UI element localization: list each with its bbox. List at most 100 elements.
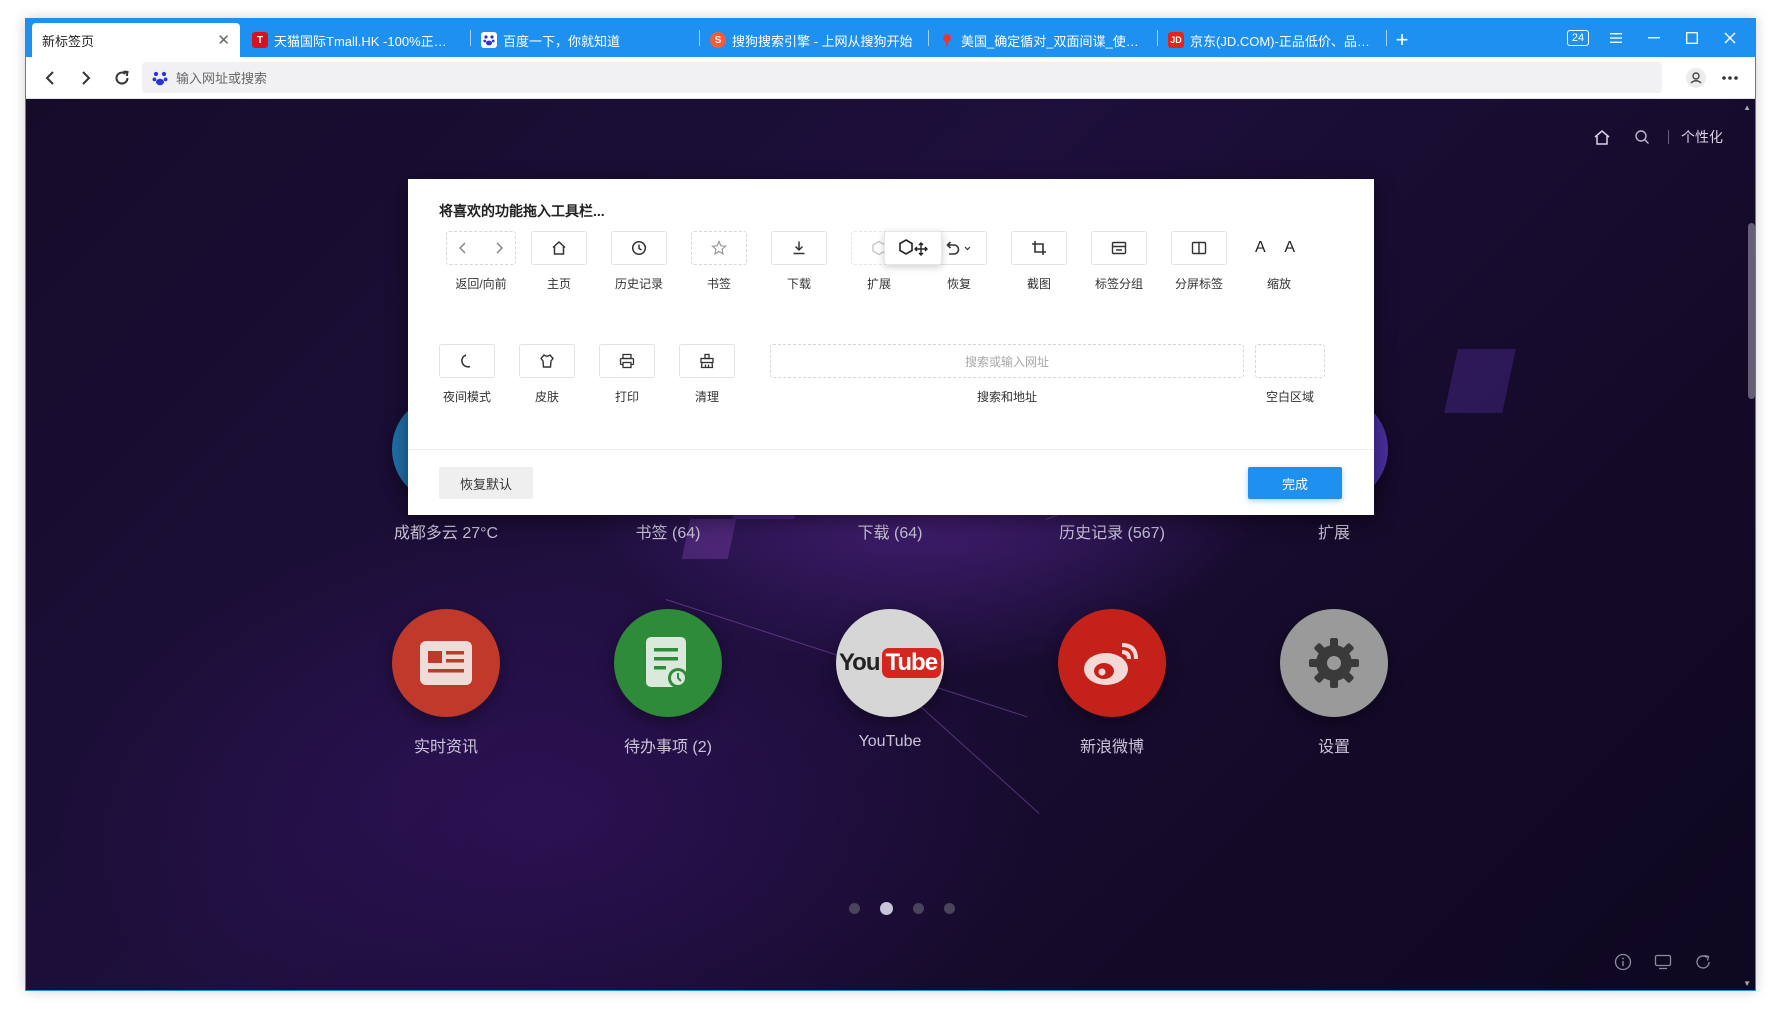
shirt-icon xyxy=(519,344,575,378)
scroll-up-arrow[interactable]: ▲ xyxy=(1743,103,1751,112)
download-icon xyxy=(771,231,827,265)
shortcut-label: 历史记录 (567) xyxy=(1059,525,1165,542)
close-icon[interactable]: ✕ xyxy=(217,31,230,49)
reload-button[interactable] xyxy=(104,60,140,96)
tab-group-icon xyxy=(1091,231,1147,265)
baidu-search-engine-icon[interactable] xyxy=(152,70,168,86)
feature-label: 空白区域 xyxy=(1265,390,1314,404)
home-icon xyxy=(531,231,587,265)
tab-strip: 新标签页 ✕ T 天猫国际Tmall.HK -100%正品保障 百度一下，你就知… xyxy=(26,19,1755,57)
toolbar-right xyxy=(1679,62,1747,94)
tab-title: 搜狗搜索引擎 - 上网从搜狗开始 xyxy=(732,33,913,49)
feature-download[interactable]: 下载 xyxy=(759,231,839,301)
tab-title: 新标签页 xyxy=(42,33,95,49)
back-forward-icon xyxy=(446,231,516,265)
user-avatar-icon[interactable] xyxy=(1679,62,1713,94)
more-menu-icon[interactable] xyxy=(1713,62,1747,94)
close-window-button[interactable] xyxy=(1711,19,1749,57)
feature-search-and-address[interactable]: 搜索或输入网址 搜索和地址 xyxy=(770,344,1244,414)
feature-label: 搜索和地址 xyxy=(976,390,1037,404)
tab-title: 京东(JD.COM)-正品低价、品质保 xyxy=(1190,33,1374,49)
panel-title: 将喜欢的功能拖入工具栏... xyxy=(439,203,605,219)
feature-bookmarks[interactable]: 书签 xyxy=(679,231,759,301)
feature-night-mode[interactable]: 夜间模式 xyxy=(427,344,507,414)
new-tab-page: 个性化 ▲ ▼ 成都多云 27°C 书签 (64) 下载 (64) 历史记录 (… xyxy=(26,99,1755,990)
address-bar[interactable]: 输入网址或搜索 xyxy=(142,62,1662,93)
tab-site[interactable]: 美国_确定循对_双面间谍_使用神经 xyxy=(929,23,1155,57)
tmall-icon: T xyxy=(252,32,268,48)
browser-window: 新标签页 ✕ T 天猫国际Tmall.HK -100%正品保障 百度一下，你就知… xyxy=(25,18,1756,991)
feature-clean[interactable]: 清理 xyxy=(667,344,747,414)
shortcut-label: 成都多云 27°C xyxy=(393,525,499,542)
page-dot-1[interactable] xyxy=(849,903,860,914)
page-dot-4[interactable] xyxy=(944,903,955,914)
jd-icon: JD xyxy=(1168,32,1184,48)
page-scrollbar[interactable] xyxy=(1748,223,1755,399)
feature-back-forward[interactable]: 返回/向前 xyxy=(441,231,521,301)
feature-label: 夜间模式 xyxy=(442,390,491,404)
feature-blank-space[interactable]: 空白区域 xyxy=(1250,344,1330,414)
shortcut-label: 新浪微博 xyxy=(1079,739,1144,756)
feature-zoom[interactable]: A A 缩放 xyxy=(1239,231,1319,301)
personalize-link[interactable]: 个性化 xyxy=(1681,127,1723,147)
feature-label: 主页 xyxy=(546,277,571,291)
gear-icon xyxy=(1280,609,1388,717)
tab-title: 百度一下，你就知道 xyxy=(503,33,621,49)
forward-button[interactable] xyxy=(68,60,104,96)
feature-label: 打印 xyxy=(614,390,639,404)
back-button[interactable] xyxy=(32,60,68,96)
shortcut-youtube[interactable]: You Tube YouTube xyxy=(800,609,980,769)
shortcut-label: 下载 (64) xyxy=(857,525,923,542)
menu-lines-icon[interactable] xyxy=(1597,19,1635,57)
wallpaper-icon[interactable] xyxy=(1643,950,1683,974)
info-icon[interactable] xyxy=(1603,950,1643,974)
shortcut-label: YouTube xyxy=(858,733,922,750)
shortcut-news[interactable]: 实时资讯 xyxy=(356,609,536,769)
feature-skin[interactable]: 皮肤 xyxy=(507,344,587,414)
page-dot-3[interactable] xyxy=(913,903,924,914)
restore-default-button[interactable]: 恢复默认 xyxy=(439,467,533,499)
tab-new-tab-page[interactable]: 新标签页 ✕ xyxy=(32,23,240,57)
printer-icon xyxy=(599,344,655,378)
feature-history[interactable]: 历史记录 xyxy=(599,231,679,301)
blank-space-box xyxy=(1255,344,1325,378)
page-indicator xyxy=(839,902,965,915)
bookmark-star-icon xyxy=(691,231,747,265)
maximize-button[interactable] xyxy=(1673,19,1711,57)
shortcut-settings[interactable]: 设置 xyxy=(1244,609,1424,769)
feature-split-screen[interactable]: 分屏标签 xyxy=(1159,231,1239,301)
scroll-down-arrow[interactable]: ▼ xyxy=(1743,979,1751,988)
baidu-icon xyxy=(481,32,497,48)
tab-tmall[interactable]: T 天猫国际Tmall.HK -100%正品保障 xyxy=(242,23,468,57)
shortcut-todo[interactable]: 待办事项 (2) xyxy=(578,609,758,769)
done-button[interactable]: 完成 xyxy=(1248,467,1342,499)
split-screen-icon xyxy=(1171,231,1227,265)
address-input-placeholder: 输入网址或搜索 xyxy=(176,71,268,86)
new-tab-button[interactable]: + xyxy=(1387,23,1417,57)
shortcut-label: 实时资讯 xyxy=(413,739,478,756)
refresh-wallpaper-icon[interactable] xyxy=(1683,950,1723,974)
tab-count-button[interactable]: 24 xyxy=(1559,19,1597,57)
feature-print[interactable]: 打印 xyxy=(587,344,667,414)
home-icon[interactable] xyxy=(1582,125,1622,149)
feature-label: 恢复 xyxy=(946,277,971,291)
feature-home[interactable]: 主页 xyxy=(519,231,599,301)
site-icon xyxy=(939,32,955,48)
tab-jd[interactable]: JD 京东(JD.COM)-正品低价、品质保 xyxy=(1158,23,1384,57)
window-controls: 24 xyxy=(1559,19,1749,57)
moon-icon xyxy=(439,344,495,378)
feature-screenshot[interactable]: 截图 xyxy=(999,231,1079,301)
youtube-icon: You Tube xyxy=(836,609,944,717)
feature-label: 皮肤 xyxy=(534,390,559,404)
bottom-right-tools xyxy=(1603,950,1723,974)
search-icon[interactable] xyxy=(1622,125,1662,149)
panel-divider xyxy=(408,449,1374,450)
feature-label: 分屏标签 xyxy=(1174,277,1223,291)
page-dot-2-current[interactable] xyxy=(880,902,893,915)
feature-tab-groups[interactable]: 标签分组 xyxy=(1079,231,1159,301)
tab-sogou[interactable]: S 搜狗搜索引擎 - 上网从搜狗开始 xyxy=(700,23,926,57)
shortcut-weibo[interactable]: 新浪微博 xyxy=(1022,609,1202,769)
tab-baidu[interactable]: 百度一下，你就知道 xyxy=(471,23,697,57)
dragging-extension-item[interactable] xyxy=(884,231,942,265)
minimize-button[interactable] xyxy=(1635,19,1673,57)
